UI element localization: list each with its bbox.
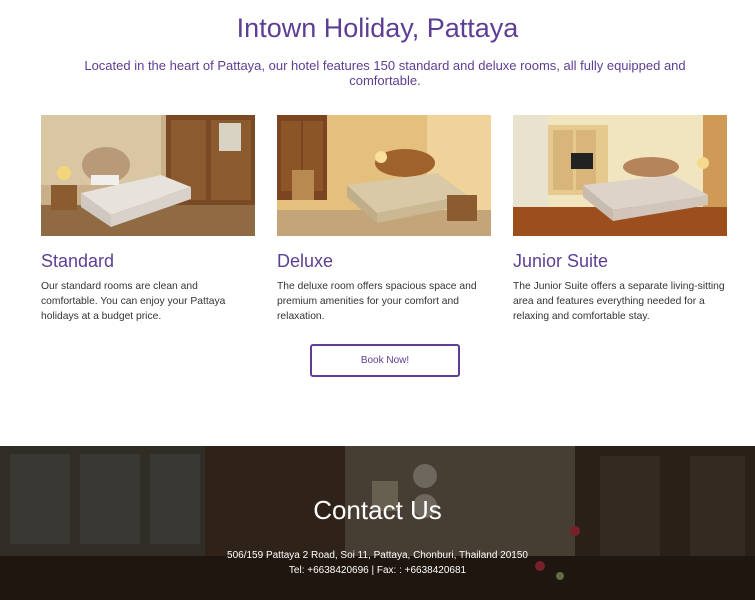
junior-suite-photo (513, 115, 727, 236)
standard-room-photo (41, 115, 255, 236)
contact-phone-fax: Tel: +6638420696 | Fax: : +6638420681 (288, 565, 467, 576)
standard-room-title: Standard (41, 251, 115, 271)
junior-suite-title: Junior Suite (513, 251, 609, 271)
deluxe-room-photo (277, 115, 491, 236)
contact-address: 506/159 Pattaya 2 Road, Soi 11, Pattaya,… (227, 550, 528, 561)
contact-title: Contact Us (313, 495, 442, 525)
deluxe-room-title: Deluxe (277, 251, 334, 271)
junior-suite-description: The Junior Suite offers a separate livin… (513, 281, 725, 322)
deluxe-room-description: The deluxe room offers spacious space an… (277, 281, 477, 322)
page-title: Intown Holiday, Pattaya (236, 13, 519, 43)
standard-room-description: Our standard rooms are clean and comfort… (41, 281, 226, 322)
book-now-button[interactable]: Book Now! (310, 344, 460, 377)
hotel-description: Located in the heart of Pattaya, our hot… (84, 58, 686, 88)
